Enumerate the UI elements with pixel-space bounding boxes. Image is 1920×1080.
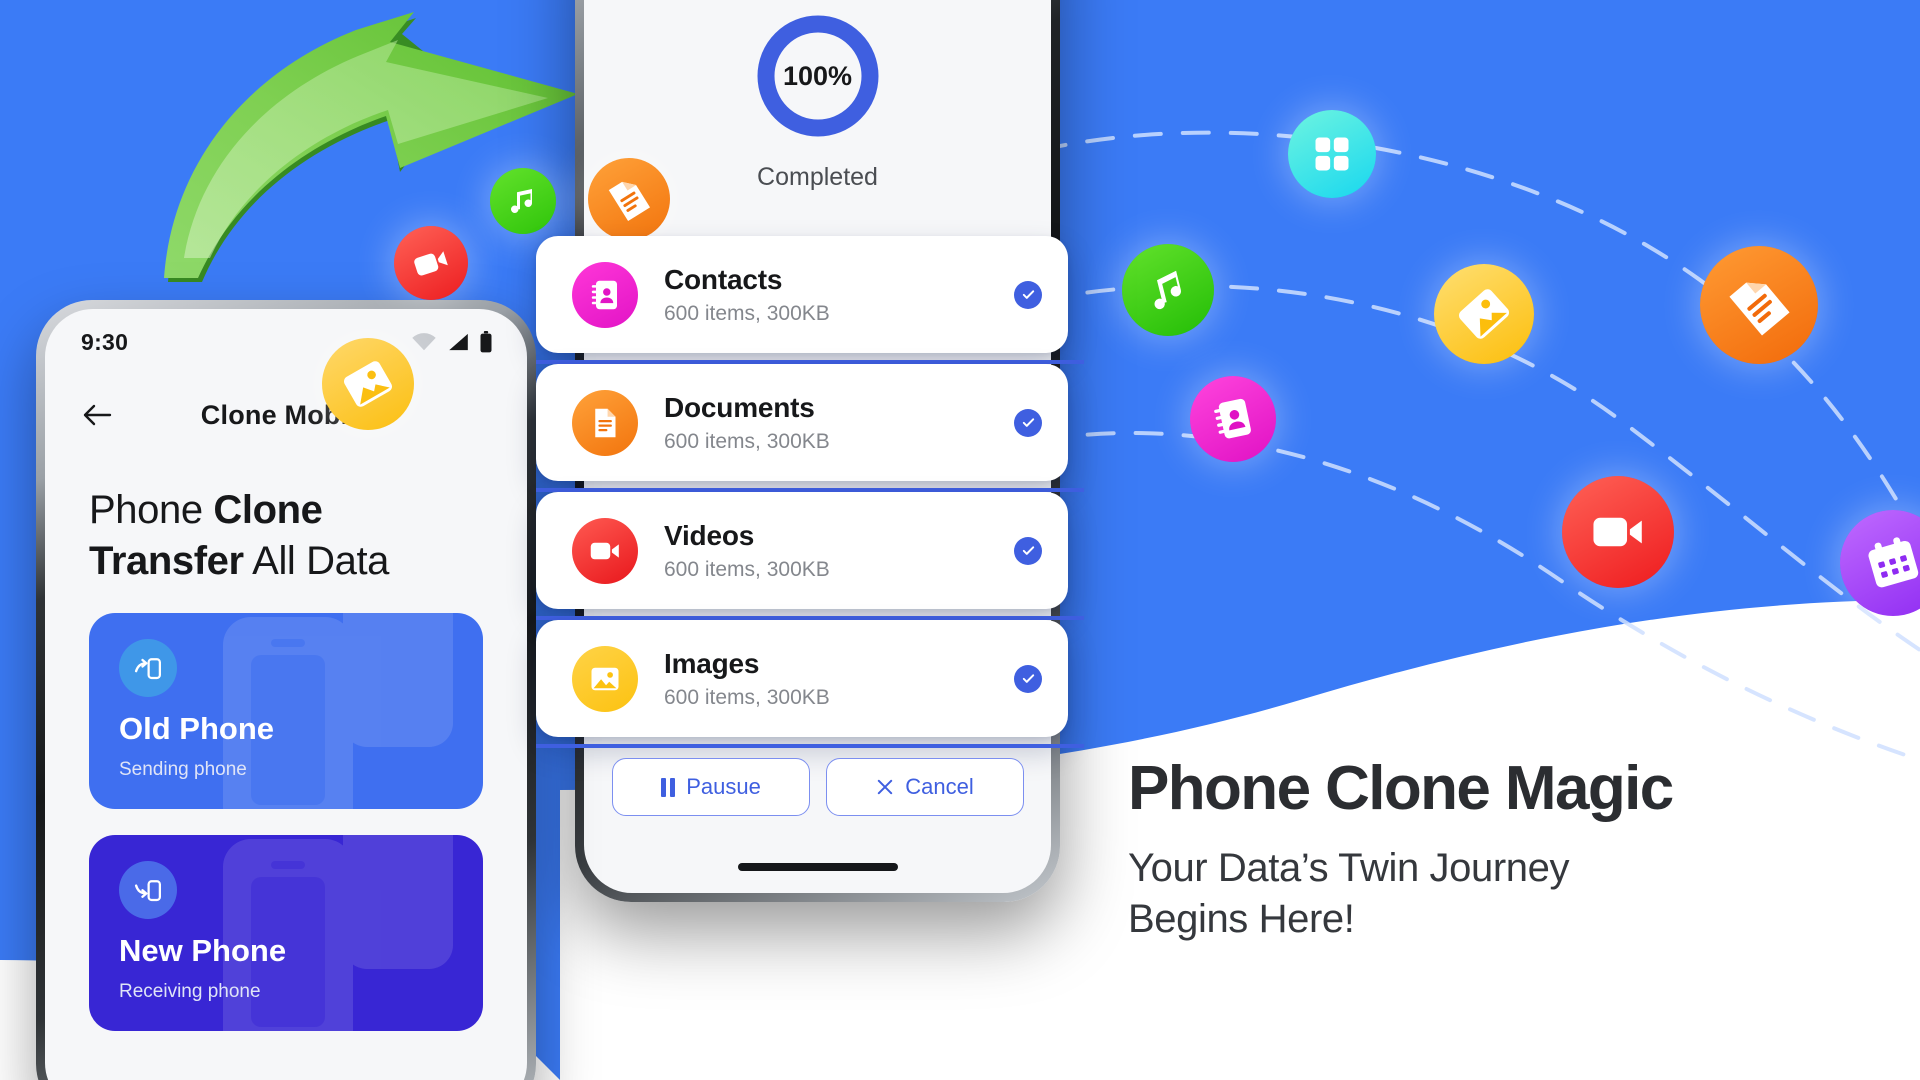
old-phone-title: Old Phone (119, 711, 274, 747)
headline-part-1: Phone (89, 488, 214, 532)
image-icon (1458, 289, 1510, 339)
phone-send-icon (134, 658, 161, 680)
subtitle-line-1: Your Data’s Twin Journey (1128, 846, 1570, 891)
old-phone-subtitle: Sending phone (119, 759, 247, 781)
headline-part-3: Transfer (89, 539, 244, 584)
documents-text: Documents 600 items, 300KB (664, 392, 1014, 454)
new-phone-icon-badge (119, 861, 177, 920)
marketing-subtitle: Your Data’s Twin Journey Begins Here! (1128, 843, 1888, 945)
old-phone-card[interactable]: Old Phone Sending phone (89, 613, 483, 810)
bubble-image-icon-right (1434, 264, 1534, 364)
pause-button-label: Pausue (686, 774, 761, 799)
bubble-document-icon-left (588, 158, 670, 240)
page-title: Phone Clone Magic (1128, 754, 1674, 823)
item-title: Videos (664, 519, 755, 551)
status-clock: 9:30 (81, 328, 129, 355)
document-lines-icon (1729, 282, 1790, 336)
item-meta: 600 items, 300KB (664, 429, 830, 453)
progress-status-label: Completed (757, 163, 878, 191)
subtitle-line-2: Begins Here! (1128, 897, 1355, 942)
video-camera-icon (590, 542, 619, 559)
images-icon-badge (572, 645, 638, 712)
new-phone-card[interactable]: New Phone Receiving phone (89, 835, 483, 1032)
cancel-button[interactable]: Cancel (826, 758, 1024, 816)
bubble-contacts-book-icon-right (1190, 376, 1276, 462)
pause-icon (661, 777, 676, 797)
contacts-text: Contacts 600 items, 300KB (664, 264, 1014, 326)
bubble-image-icon-left (322, 338, 414, 430)
image-icon (591, 667, 619, 690)
images-text: Images 600 items, 300KB (664, 648, 1014, 710)
table-row[interactable]: Documents 600 items, 300KB (536, 364, 1084, 492)
progress-percent: 100% (782, 60, 853, 91)
document-lines-icon (608, 181, 651, 222)
calendar-icon (1868, 537, 1919, 588)
item-meta: 600 items, 300KB (664, 301, 830, 325)
status-bar: 9:30 (45, 309, 527, 375)
videos-text: Videos 600 items, 300KB (664, 520, 1014, 582)
bubble-document-icon-right (1700, 246, 1818, 364)
row-divider (536, 744, 1084, 748)
close-x-icon (878, 779, 893, 795)
bubble-video-icon-left (394, 226, 468, 300)
old-phone-icon-badge (119, 639, 177, 698)
documents-icon-badge (572, 389, 638, 456)
bubble-music-note-icon-left (490, 168, 556, 234)
image-icon (344, 361, 392, 407)
apps-grid-icon (1315, 137, 1349, 171)
bubble-apps-grid-icon (1288, 110, 1376, 198)
bubble-music-note-icon-right (1122, 244, 1214, 336)
status-badge (1014, 408, 1042, 437)
check-icon (1022, 546, 1034, 555)
status-badge (1014, 536, 1042, 565)
marketing-copy: Phone Clone Magic Your Data’s Twin Journ… (1128, 756, 1888, 945)
contacts-book-icon (1214, 398, 1251, 439)
poster-stage: 100% Completed 9:30 Clone Mobile Phone C… (0, 0, 1920, 1080)
contacts-icon-badge (572, 261, 638, 328)
music-note-icon (1154, 270, 1182, 310)
status-badge (1014, 664, 1042, 693)
headline-part-2: Clone (213, 488, 323, 532)
video-camera-icon (414, 251, 448, 276)
app-bar: Clone Mobile (45, 375, 527, 455)
app-bar-title: Clone Mobile (200, 399, 372, 430)
transfer-actions: Pausue Cancel (612, 758, 1024, 816)
music-note-icon (511, 189, 532, 213)
item-title: Contacts (664, 263, 783, 295)
videos-icon-badge (572, 517, 638, 584)
transfer-progress: 100% Completed (584, 0, 1051, 192)
headline-part-4: All Data (243, 539, 390, 584)
new-phone-subtitle: Receiving phone (119, 981, 261, 1003)
pause-button[interactable]: Pausue (612, 758, 810, 816)
left-phone-device: 9:30 Clone Mobile Phone Clone Transfer A… (36, 300, 536, 1080)
phone-receive-icon (134, 880, 161, 902)
table-row[interactable]: Videos 600 items, 300KB (536, 492, 1084, 620)
page-headline: Phone Clone Transfer All Data (45, 455, 527, 587)
contacts-book-icon (591, 280, 617, 309)
table-row[interactable]: Contacts 600 items, 300KB (536, 236, 1084, 364)
video-camera-icon (1593, 517, 1642, 547)
home-indicator (737, 863, 898, 871)
left-phone-screen: 9:30 Clone Mobile Phone Clone Transfer A… (45, 309, 527, 1080)
green-curved-arrow (164, 12, 578, 282)
signal-icon (449, 333, 468, 351)
progress-donut: 100% (753, 11, 883, 141)
battery-icon (480, 331, 492, 353)
check-icon (1022, 290, 1034, 299)
new-phone-title: New Phone (119, 933, 287, 969)
status-badge (1014, 280, 1042, 309)
item-title: Images (664, 647, 760, 679)
item-meta: 600 items, 300KB (664, 685, 830, 709)
bubble-video-icon-right (1562, 476, 1674, 588)
item-title: Documents (664, 391, 815, 423)
document-icon (595, 408, 616, 437)
table-row[interactable]: Images 600 items, 300KB (536, 620, 1084, 748)
wifi-icon (412, 333, 436, 351)
check-icon (1022, 674, 1034, 683)
cancel-button-label: Cancel (905, 774, 974, 799)
transfer-items-list: Contacts 600 items, 300KB Documents 600 … (536, 236, 1084, 748)
status-indicators (411, 331, 493, 353)
check-icon (1022, 418, 1034, 427)
item-meta: 600 items, 300KB (664, 557, 830, 581)
